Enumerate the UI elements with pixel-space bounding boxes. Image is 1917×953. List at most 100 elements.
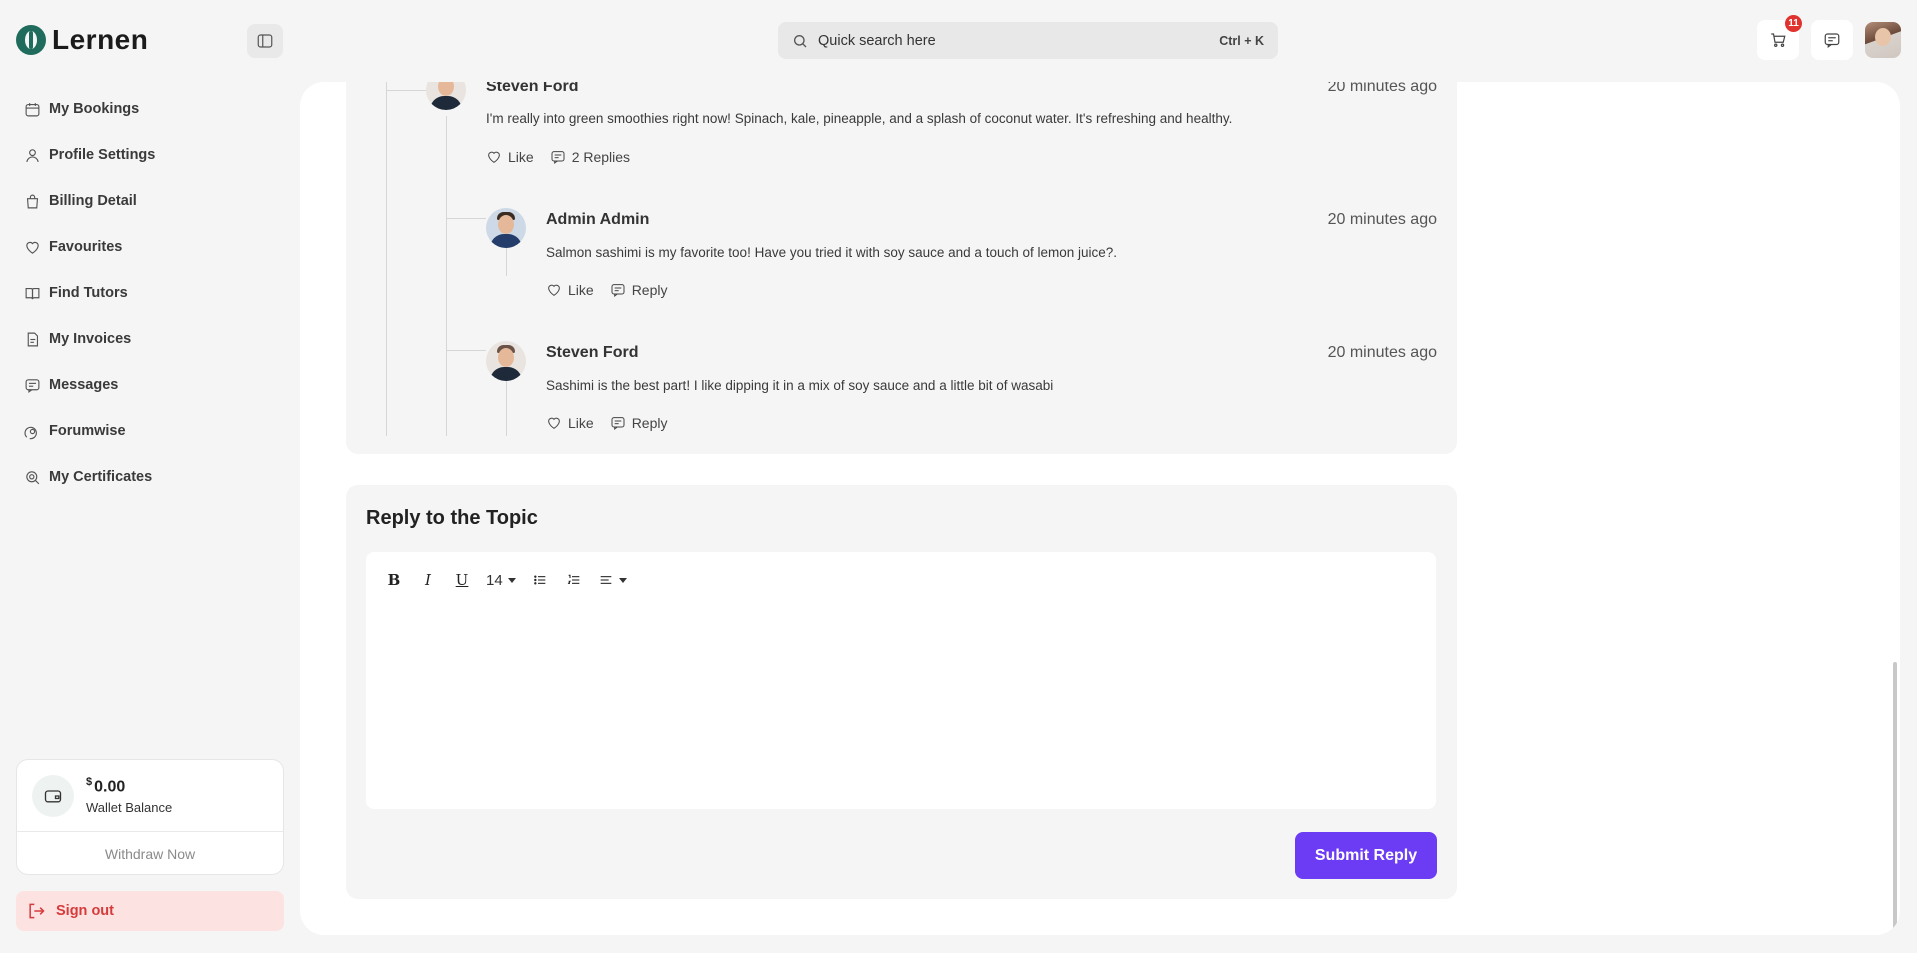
sidebar-item-messages[interactable]: Messages: [24, 362, 155, 408]
like-button[interactable]: Like: [546, 282, 594, 298]
comment-icon: [551, 151, 565, 164]
logout-icon: [29, 903, 45, 919]
comment-time: 20 minutes ago: [1327, 211, 1437, 228]
chat-icon: [1824, 33, 1840, 48]
sidebar-layout-icon: [257, 34, 273, 48]
sidebar-item-label: My Invoices: [49, 331, 132, 347]
underline-button[interactable]: U: [452, 569, 472, 591]
comment-author[interactable]: Steven Ford: [546, 344, 638, 362]
sidebar-item-my-invoices[interactable]: My Invoices: [24, 316, 155, 362]
wallet-icon: [32, 774, 74, 817]
invoice-icon: [27, 332, 39, 346]
comment-actions: Like 2 Replies: [486, 149, 630, 165]
sidebar-item-label: Favourites: [49, 239, 123, 255]
comment-actions: Like Reply: [546, 415, 667, 431]
search-icon: [794, 34, 807, 47]
sidebar-item-label: My Bookings: [49, 101, 140, 117]
sign-out-button[interactable]: Sign out: [16, 891, 284, 931]
avatar[interactable]: [486, 341, 526, 381]
sidebar-item-billing-detail[interactable]: Billing Detail: [24, 178, 155, 224]
font-size-select[interactable]: 14: [486, 569, 516, 591]
sidebar-item-forumwise[interactable]: Forumwise: [24, 408, 155, 454]
wallet-label: Wallet Balance: [86, 800, 173, 816]
reply-editor[interactable]: B I U 14: [366, 552, 1436, 809]
cart-icon: [1771, 33, 1786, 47]
sidebar-item-my-bookings[interactable]: My Bookings: [24, 86, 155, 132]
cart-button[interactable]: 11: [1757, 15, 1802, 60]
bag-icon: [26, 194, 39, 208]
sidebar-item-label: Messages: [49, 377, 119, 393]
search-placeholder: Quick search here: [818, 32, 936, 49]
wallet-card: $0.00 Wallet Balance Withdraw Now: [16, 759, 284, 875]
comment-actions: Like Reply: [546, 282, 667, 298]
comment-text: Sashimi is the best part! I like dipping…: [546, 378, 1054, 393]
certificate-icon: [26, 470, 40, 484]
comment-icon: [611, 417, 625, 430]
comment-text: Salmon sashimi is my favorite too! Have …: [546, 245, 1118, 260]
search-shortcut: Ctrl + K: [1219, 33, 1264, 48]
sidebar-item-find-tutors[interactable]: Find Tutors: [24, 270, 155, 316]
cart-count-badge: 11: [1785, 15, 1802, 32]
withdraw-button[interactable]: Withdraw Now: [17, 832, 283, 875]
sign-out-label: Sign out: [56, 903, 114, 919]
wallet-amount: $0.00: [86, 775, 126, 796]
bullet-list-button[interactable]: [530, 569, 550, 591]
align-select[interactable]: [598, 569, 627, 591]
comment-thread: Steven Ford 20 minutes ago I'm really in…: [346, 82, 1457, 454]
reply-form-title: Reply to the Topic: [366, 507, 538, 529]
sidebar-nav: My Bookings Profile Settings Billing Det…: [24, 86, 155, 500]
replies-toggle-button[interactable]: 2 Replies: [550, 149, 630, 165]
sidebar-item-my-certificates[interactable]: My Certificates: [24, 454, 155, 500]
heart-icon: [548, 284, 560, 296]
comment-icon: [611, 284, 625, 297]
messages-button[interactable]: [1811, 20, 1853, 60]
editor-toolbar: B I U 14: [384, 569, 627, 591]
bold-button[interactable]: B: [384, 569, 404, 591]
reply-form: Reply to the Topic B I U 14 Submit Reply: [346, 485, 1457, 899]
message-icon: [25, 378, 40, 393]
sidebar-item-label: Profile Settings: [49, 147, 156, 163]
avatar[interactable]: [486, 208, 526, 248]
comment-text: I'm really into green smoothies right no…: [486, 111, 1233, 126]
reply-button[interactable]: Reply: [610, 415, 667, 431]
sidebar-item-label: My Certificates: [49, 469, 153, 485]
book-icon: [25, 287, 40, 299]
avatar[interactable]: [426, 82, 466, 110]
heart-icon: [488, 151, 500, 163]
comment-author[interactable]: Admin Admin: [546, 211, 649, 229]
sidebar-item-label: Billing Detail: [49, 193, 137, 209]
calendar-icon: [25, 102, 40, 116]
sidebar-item-label: Find Tutors: [49, 285, 128, 301]
italic-button[interactable]: I: [418, 569, 438, 591]
brand-logo[interactable]: Lernen: [16, 24, 148, 56]
scrollbar[interactable]: [1890, 82, 1900, 935]
sidebar: Lernen My Bookings Profile Settings Bill…: [0, 0, 298, 953]
user-avatar[interactable]: [1865, 22, 1901, 58]
sidebar-item-favourites[interactable]: Favourites: [24, 224, 155, 270]
like-button[interactable]: Like: [546, 415, 594, 431]
reply-button[interactable]: Reply: [610, 282, 667, 298]
main-content: Steven Ford 20 minutes ago I'm really in…: [300, 82, 1900, 935]
bullet-list-icon: [533, 575, 546, 585]
numbered-list-button[interactable]: [564, 569, 584, 591]
search-input[interactable]: Quick search here Ctrl + K: [778, 22, 1278, 59]
sidebar-toggle-button[interactable]: [247, 24, 283, 58]
like-button[interactable]: Like: [486, 149, 534, 165]
align-left-icon: [600, 576, 612, 584]
sidebar-item-profile-settings[interactable]: Profile Settings: [24, 132, 155, 178]
numbered-list-icon: [567, 574, 580, 584]
heart-icon: [548, 417, 560, 429]
submit-reply-button[interactable]: Submit Reply: [1295, 832, 1437, 879]
leaf-logo-icon: [16, 25, 46, 55]
header-actions: 11: [1757, 15, 1901, 60]
comment-author[interactable]: Steven Ford: [486, 82, 578, 96]
chevron-down-icon: [618, 577, 627, 583]
forum-icon: [24, 426, 37, 439]
sidebar-item-label: Forumwise: [49, 423, 126, 439]
user-icon: [26, 148, 39, 162]
heart-icon: [26, 241, 39, 254]
chevron-down-icon: [507, 577, 516, 583]
comment-time: 20 minutes ago: [1327, 344, 1437, 361]
comment-time: 20 minutes ago: [1327, 82, 1437, 95]
brand-name: Lernen: [52, 24, 149, 55]
